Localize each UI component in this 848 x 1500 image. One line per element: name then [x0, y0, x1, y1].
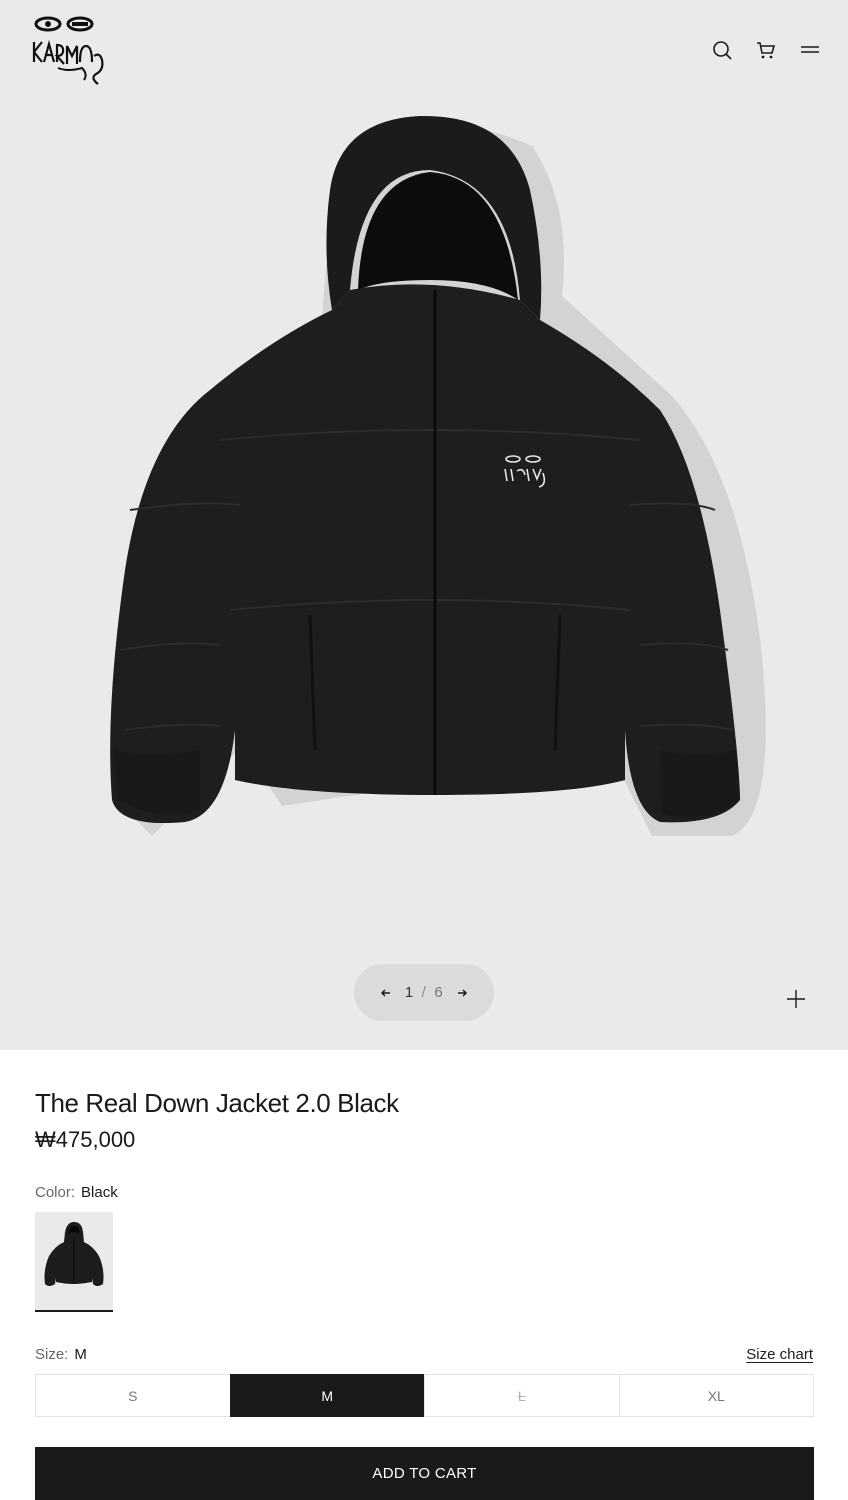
- product-price: ₩475,000: [35, 1127, 136, 1152]
- color-label: Color:: [35, 1184, 76, 1201]
- slide-current: 1: [404, 984, 414, 1001]
- product-title: The Real Down Jacket 2.0 Black: [35, 1088, 399, 1118]
- size-label: Size:: [35, 1346, 69, 1363]
- menu-icon[interactable]: [798, 38, 822, 62]
- arrow-left-icon[interactable]: [379, 986, 393, 1000]
- slide-total: 6: [434, 984, 444, 1001]
- size-selector: S M L XL: [35, 1374, 814, 1417]
- search-icon[interactable]: [710, 38, 734, 62]
- product-gallery: 1 / 6: [0, 0, 848, 1050]
- plus-icon[interactable]: [784, 987, 808, 1011]
- color-option-label: Color: Black: [35, 1184, 118, 1201]
- product-image: [110, 115, 766, 837]
- size-option-xl[interactable]: XL: [618, 1374, 814, 1417]
- add-to-cart-button[interactable]: ADD TO CART: [35, 1447, 814, 1500]
- cart-icon[interactable]: [754, 38, 778, 62]
- swatch-thumbnail: [44, 1222, 104, 1286]
- arrow-right-icon[interactable]: [455, 986, 469, 1000]
- size-option-label: Size: M: [35, 1346, 87, 1363]
- size-option-s[interactable]: S: [35, 1374, 231, 1417]
- size-chart-link[interactable]: Size chart: [746, 1346, 813, 1363]
- color-swatch-black[interactable]: [35, 1212, 113, 1312]
- slide-counter: 1 / 6: [405, 984, 443, 1001]
- slide-separator: /: [421, 984, 427, 1001]
- brand-logo[interactable]: [28, 12, 110, 88]
- gallery-pager: 1 / 6: [354, 964, 494, 1021]
- color-value: Black: [81, 1184, 118, 1201]
- size-option-l[interactable]: L: [424, 1374, 620, 1417]
- size-option-m[interactable]: M: [229, 1374, 425, 1417]
- size-value: M: [74, 1346, 87, 1363]
